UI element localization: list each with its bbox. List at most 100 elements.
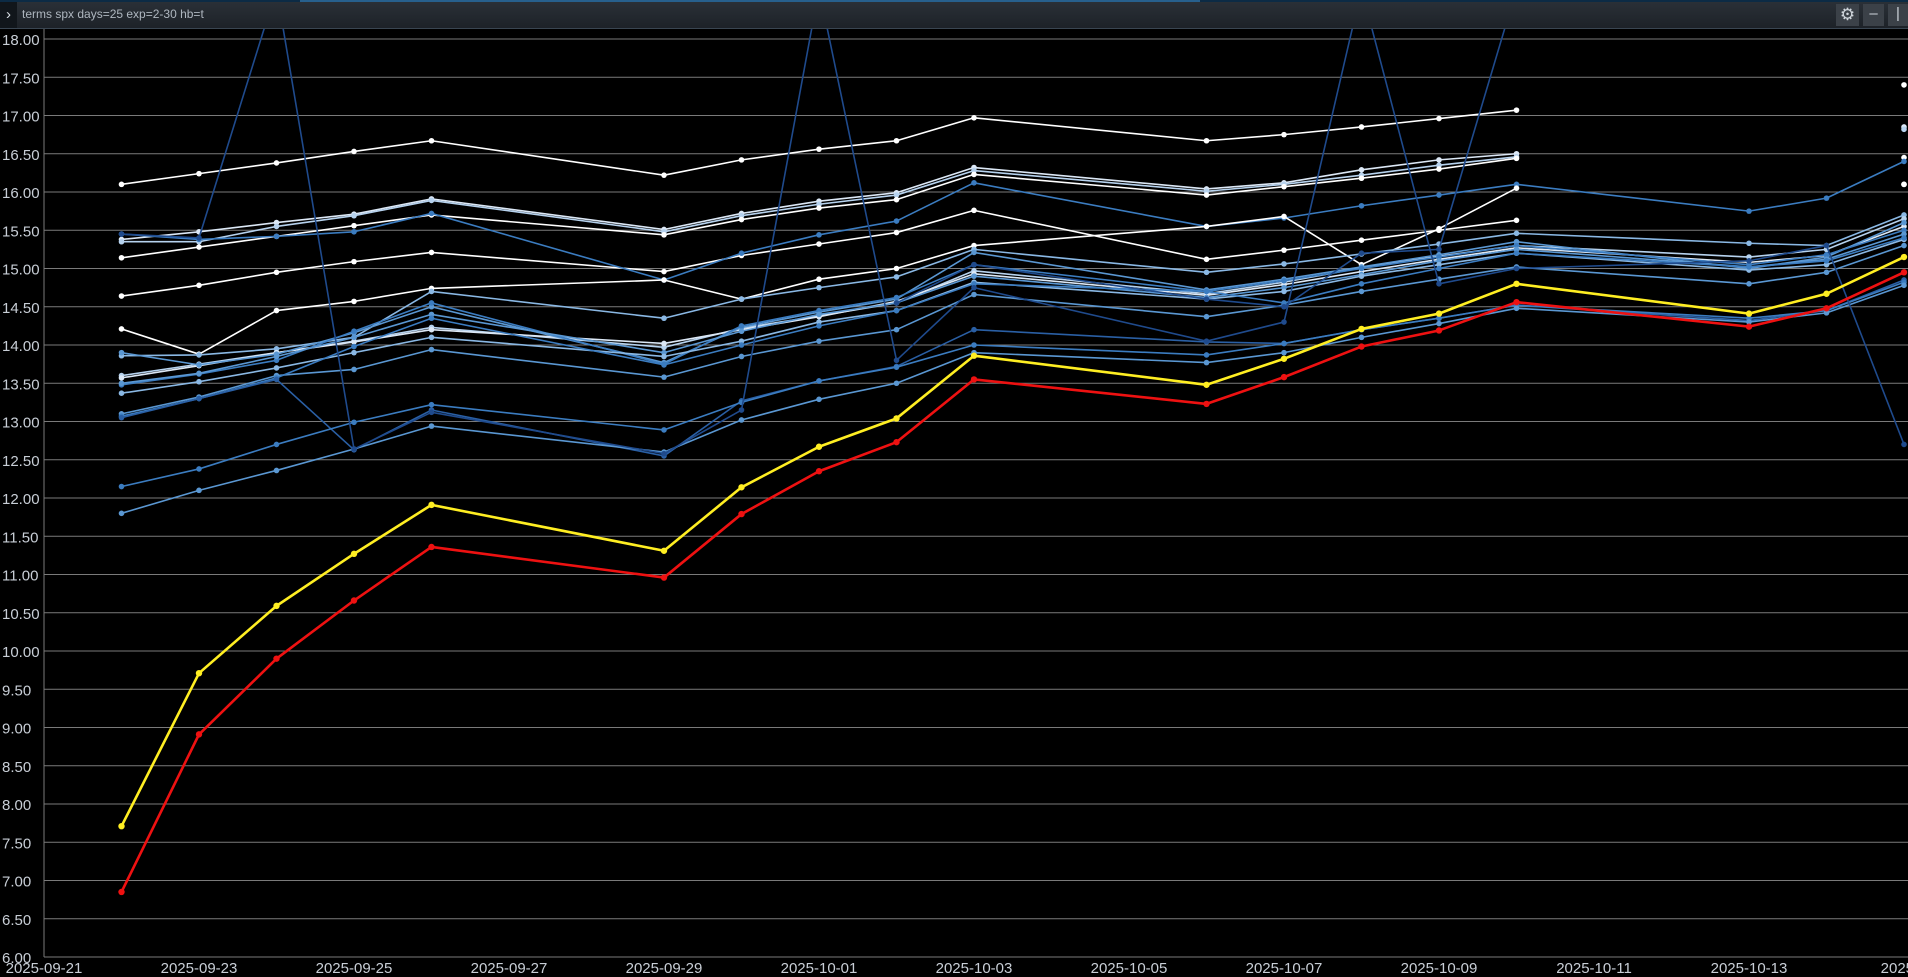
data-point: [893, 357, 900, 364]
y-tick-label: 7.00: [2, 874, 31, 891]
data-point: [893, 364, 900, 370]
data-point: [196, 235, 202, 241]
data-point: [118, 888, 125, 896]
data-point: [815, 468, 823, 475]
data-point: [428, 501, 435, 509]
data-point: [118, 822, 125, 830]
data-point: [1823, 305, 1830, 312]
data-point: [738, 510, 745, 518]
data-point: [971, 273, 977, 279]
data-point: [1901, 282, 1907, 289]
y-tick-label: 8.50: [2, 759, 31, 776]
y-tick-label: 16.50: [2, 147, 40, 164]
data-point: [196, 370, 202, 377]
data-point: [118, 380, 125, 387]
x-tick-label: 2025-10-13: [1711, 960, 1788, 977]
y-tick-label: 6.50: [2, 912, 31, 929]
data-point: [118, 293, 125, 299]
gear-icon[interactable]: ⚙: [1836, 4, 1859, 26]
data-point: [428, 543, 435, 551]
data-point: [118, 349, 125, 356]
data-point: [1436, 192, 1442, 198]
x-tick-label: 2025-1: [1881, 960, 1908, 977]
data-point: [971, 291, 977, 298]
data-point: [1203, 288, 1210, 295]
data-point: [971, 114, 977, 121]
data-point: [970, 376, 978, 383]
data-point: [893, 415, 900, 422]
data-point: [738, 250, 745, 256]
data-point: [1281, 261, 1287, 267]
data-point: [1436, 281, 1442, 287]
data-point: [893, 380, 900, 387]
data-point: [428, 249, 435, 256]
data-point: [661, 374, 667, 380]
series-16: [118, 277, 1907, 459]
data-point: [351, 419, 357, 426]
data-point: [816, 284, 822, 291]
data-point: [351, 222, 357, 229]
data-point: [893, 300, 900, 306]
data-point: [351, 148, 357, 155]
data-point: [738, 296, 745, 302]
y-tick-label: 17.50: [2, 70, 40, 87]
data-point: [816, 338, 822, 344]
data-point: [1281, 277, 1287, 284]
data-point: [351, 328, 357, 335]
data-point: [661, 315, 667, 322]
data-point: [1358, 237, 1365, 243]
data-point: [816, 205, 822, 211]
data-point: [351, 258, 357, 265]
data-point: [428, 210, 435, 217]
series-lines: [118, 29, 1908, 896]
data-point: [893, 196, 900, 203]
data-point: [1281, 288, 1287, 295]
data-point: [1901, 158, 1907, 165]
close-icon[interactable]: |: [1888, 4, 1908, 26]
data-point: [351, 343, 357, 350]
chevron-right-icon[interactable]: ›: [0, 2, 17, 28]
data-point: [118, 238, 125, 245]
data-point: [1203, 338, 1210, 344]
data-point: [195, 669, 203, 677]
data-point: [273, 376, 280, 383]
data-point: [118, 390, 125, 396]
y-tick-label: 11.00: [2, 568, 38, 585]
data-point: [893, 294, 900, 301]
data-point: [351, 228, 357, 235]
data-point: [195, 731, 203, 738]
data-point: [273, 269, 280, 276]
data-point: [118, 231, 125, 237]
y-tick-label: 16.00: [2, 185, 40, 202]
y-tick-label: 15.50: [2, 223, 40, 240]
series-line: [121, 221, 1905, 366]
data-point: [661, 427, 667, 433]
data-point: [738, 216, 745, 223]
data-point: [196, 487, 202, 494]
data-point: [118, 326, 125, 332]
window-titlebar: › terms spx days=25 exp=2-30 hb=t ⚙ – |: [0, 0, 1908, 29]
data-point: [273, 602, 280, 610]
y-tick-label: 10.50: [2, 606, 40, 623]
data-point: [1513, 298, 1520, 306]
data-point: [196, 244, 202, 250]
data-point: [971, 171, 977, 178]
data-point: [1358, 250, 1365, 256]
data-point: [971, 207, 977, 214]
data-point: [661, 340, 667, 347]
data-point: [1435, 310, 1443, 317]
data-point: [118, 414, 125, 421]
data-point: [1281, 247, 1287, 253]
data-point: [661, 450, 667, 457]
data-point: [1901, 82, 1907, 88]
data-point: [893, 307, 900, 314]
data-point: [1358, 334, 1365, 341]
data-point: [1436, 115, 1442, 122]
data-point: [1436, 320, 1442, 327]
data-point: [971, 342, 977, 348]
x-tick-label: 2025-10-09: [1401, 960, 1478, 977]
minimize-icon[interactable]: –: [1863, 4, 1884, 26]
x-tick-label: 2025-09-27: [471, 960, 548, 977]
series-red: [118, 269, 1908, 896]
data-point: [351, 366, 357, 373]
